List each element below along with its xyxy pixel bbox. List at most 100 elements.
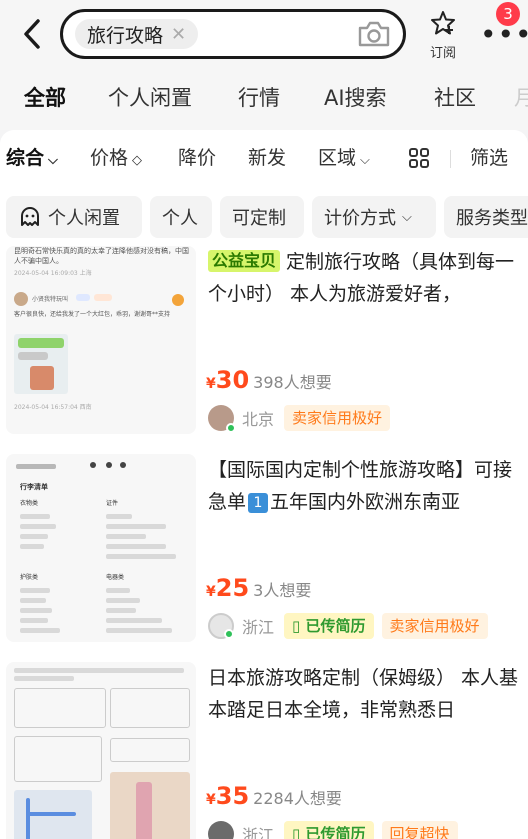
- filter-personal-idle[interactable]: 个人闲置: [6, 196, 142, 238]
- sort-comprehensive[interactable]: 综合 ⌵: [6, 140, 58, 176]
- seller-meta: 浙江 ▯ 已传简历 卖家信用极好: [208, 612, 488, 640]
- search-bar[interactable]: 旅行攻略 ✕: [60, 9, 406, 59]
- resume-badge: ▯ 已传简历: [284, 613, 374, 639]
- thumb-screenshot-photo: [30, 366, 54, 390]
- thumb-line: [106, 608, 136, 613]
- thumb-screenshot-bar: [18, 338, 64, 348]
- filter-individual[interactable]: 个人: [150, 196, 212, 238]
- resume-badge-text: 已传简历: [305, 825, 366, 839]
- thumb-line: [20, 608, 52, 613]
- price-amount: 35: [215, 782, 250, 810]
- clear-icon[interactable]: ✕: [171, 24, 186, 45]
- listing-item[interactable]: 日本旅游攻略定制（保姆级） 本人基本踏足日本全境，非常熟悉日 ¥35 2284人想…: [0, 662, 528, 839]
- thumb-section: 护肤类: [20, 574, 39, 581]
- tab-market[interactable]: 行情: [238, 80, 280, 116]
- thumb-badge: [172, 294, 184, 306]
- seller-location: 北京: [242, 410, 275, 429]
- thumb-comment: 客户很良快，还给我发了一个大红包，乖羽，谢谢哥**支持: [14, 311, 171, 318]
- tab-more[interactable]: 月: [514, 80, 528, 116]
- listing-thumbnail: [6, 662, 196, 839]
- seller-avatar[interactable]: [208, 821, 234, 839]
- tab-personal-idle[interactable]: 个人闲置: [108, 80, 192, 116]
- resume-badge: ▯ 已传简历: [284, 821, 374, 839]
- filter-pricing-method-label: 计价方式: [324, 208, 396, 229]
- seller-avatar[interactable]: [208, 405, 236, 433]
- sort-comprehensive-label: 综合: [6, 147, 45, 169]
- thumb-line: [20, 514, 50, 519]
- tab-all[interactable]: 全部: [22, 80, 68, 116]
- thumb-avatar: [14, 292, 28, 306]
- sort-bar: 综合 ⌵ 价格 ◇ 降价 新发 区域 ⌵ 筛选: [0, 140, 528, 176]
- sort-region[interactable]: 区域 ⌵: [318, 140, 370, 176]
- listing-item[interactable]: 行李清单 衣物类 证件 护肤类 电器类 【国际国内定制个性旅游攻略】可接急单 1…: [0, 454, 528, 654]
- chevron-down-icon: ⌵: [48, 153, 58, 168]
- thumb-line: [106, 534, 146, 539]
- filter-chips: 个人闲置 个人 可定制 计价方式 ⌵ 服务类型: [0, 196, 528, 238]
- thumb-line: [20, 598, 46, 603]
- sort-price[interactable]: 价格 ◇: [90, 140, 142, 176]
- thumb-map-route: [26, 798, 30, 839]
- thumb-line: [20, 588, 50, 593]
- top-header: 旅行攻略 ✕ 订阅 ••• 3 全部 个人闲置 行情 AI搜索 社区 月: [0, 0, 528, 130]
- thumb-line: [106, 588, 130, 593]
- back-button[interactable]: [12, 12, 52, 56]
- thumb-line: [106, 544, 166, 549]
- thumb-line: [20, 534, 48, 539]
- divider: [450, 150, 451, 168]
- notification-badge: 3: [496, 2, 520, 26]
- credit-badge: 卖家信用极好: [284, 405, 391, 431]
- thumb-col: 衣物类: [20, 500, 39, 507]
- listing-title: 【国际国内定制个性旅游攻略】可接急单 1 五年国内外欧洲东南亚: [208, 454, 524, 518]
- price-amount: 30: [215, 366, 250, 394]
- thumb-table: [14, 736, 102, 782]
- thumb-table: [110, 738, 190, 762]
- sort-arrows-icon: ◇: [132, 153, 143, 168]
- filter-customizable[interactable]: 可定制: [220, 196, 304, 238]
- thumb-col: 证件: [106, 500, 119, 507]
- sort-newest[interactable]: 新发: [248, 140, 286, 176]
- search-chip[interactable]: 旅行攻略 ✕: [75, 19, 199, 49]
- listing-item[interactable]: 昆明奇石常快乐真的真的太幸了连降他感对没有稿，中国人不骗中国人。 2024-05…: [0, 246, 528, 446]
- listing-price: ¥35 2284人想要: [206, 782, 342, 810]
- thumb-section: 电器类: [106, 574, 125, 581]
- tab-ai-search[interactable]: AI搜索: [324, 80, 387, 116]
- back-icon: [24, 19, 40, 49]
- category-tabs: 全部 个人闲置 行情 AI搜索 社区 月: [0, 80, 528, 120]
- thumb-tag: [94, 294, 112, 301]
- more-icon: •••: [480, 18, 528, 51]
- want-count: 2284人想要: [253, 789, 342, 808]
- want-count: 3人想要: [253, 581, 312, 600]
- thumb-dot: [106, 462, 112, 468]
- reply-fast-badge: 回复超快: [381, 821, 458, 839]
- listing-price: ¥30 398人想要: [206, 366, 332, 394]
- results-panel: 综合 ⌵ 价格 ◇ 降价 新发 区域 ⌵ 筛选 个人闲置 个人 可定制 计价方式 ⌵: [0, 130, 528, 839]
- listing-thumbnail: 行李清单 衣物类 证件 护肤类 电器类: [6, 454, 196, 642]
- thumb-tag: [76, 294, 90, 301]
- thumb-table: [14, 688, 106, 728]
- thumb-map-route: [26, 812, 76, 816]
- camera-icon[interactable]: [357, 20, 391, 48]
- grid-view-toggle[interactable]: [408, 140, 430, 176]
- resume-icon: ▯: [292, 617, 301, 635]
- thumb-line: [106, 598, 140, 603]
- tab-community[interactable]: 社区: [434, 80, 476, 116]
- currency-symbol: ¥: [206, 376, 216, 392]
- seller-avatar[interactable]: [208, 613, 234, 639]
- thumb-line: [106, 554, 176, 559]
- search-chip-text: 旅行攻略: [87, 24, 164, 47]
- listing-title-text: 五年国内外欧洲东南亚: [270, 491, 461, 513]
- resume-badge-text: 已传简历: [305, 617, 366, 635]
- listing-title: 日本旅游攻略定制（保姆级） 本人基本踏足日本全境，非常熟悉日: [208, 667, 519, 721]
- keycap-one-icon: 1: [248, 493, 269, 513]
- thumb-line: [16, 464, 56, 469]
- thumb-dot: [90, 462, 96, 468]
- filter-service-type[interactable]: 服务类型: [444, 196, 528, 238]
- thumb-line: [14, 668, 184, 673]
- filter-button[interactable]: 筛选: [470, 140, 508, 176]
- more-button[interactable]: ••• 3: [478, 2, 528, 54]
- subscribe-button[interactable]: 订阅: [418, 10, 468, 61]
- thumb-screenshot-bar: [18, 352, 48, 360]
- sort-price-drop[interactable]: 降价: [178, 140, 216, 176]
- thumb-dot: [120, 462, 126, 468]
- filter-pricing-method[interactable]: 计价方式 ⌵: [312, 196, 436, 238]
